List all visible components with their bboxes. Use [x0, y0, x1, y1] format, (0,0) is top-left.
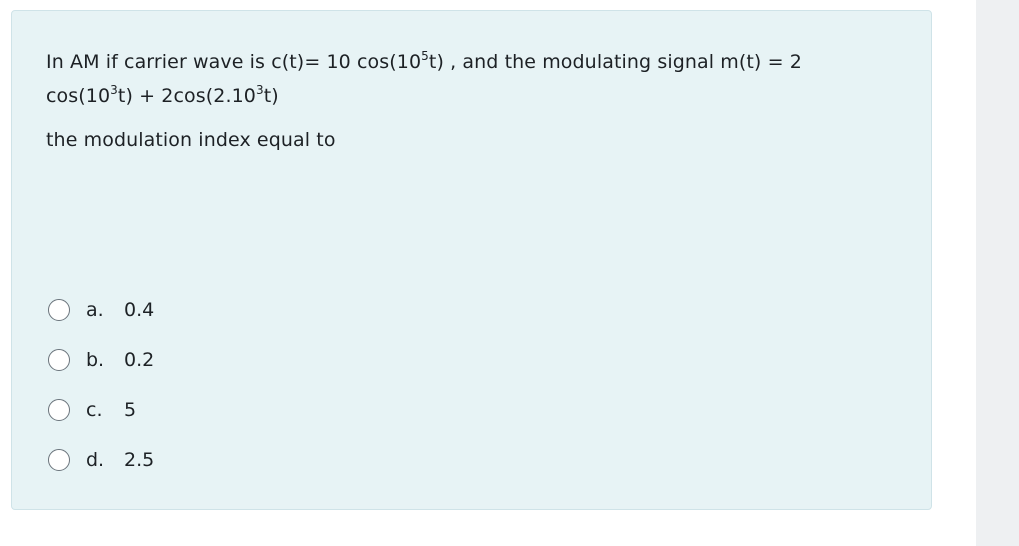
quiz-page: In AM if carrier wave is c(t)= 10 cos(10… — [0, 0, 1019, 546]
question-card: In AM if carrier wave is c(t)= 10 cos(10… — [11, 10, 932, 510]
answer-value-a[interactable]: 0.4 — [124, 299, 154, 321]
answer-letter-b: b. — [86, 349, 105, 371]
question-line2-end: t) — [263, 85, 279, 107]
exponent-signal-1: 3 — [110, 82, 118, 97]
answer-option-c[interactable]: c. 5 — [48, 385, 154, 435]
answer-option-d[interactable]: d. 2.5 — [48, 435, 154, 485]
answer-letter-a: a. — [86, 299, 104, 321]
answer-value-c[interactable]: 5 — [124, 399, 136, 421]
radio-button-a[interactable] — [48, 299, 70, 321]
answer-letter-c: c. — [86, 399, 103, 421]
exponent-carrier: 5 — [421, 48, 429, 63]
radio-button-c[interactable] — [48, 399, 70, 421]
question-line1-end: t) , and the modulating signal m(t) = 2 — [428, 51, 802, 73]
question-line2-mid: t) + 2cos(2.10 — [117, 85, 256, 107]
question-line1-start: In AM if carrier wave is c(t)= 10 cos(10 — [46, 51, 422, 73]
question-prompt: the modulation index equal to — [46, 129, 336, 151]
question-text: In AM if carrier wave is c(t)= 10 cos(10… — [46, 45, 906, 157]
radio-button-b[interactable] — [48, 349, 70, 371]
radio-button-d[interactable] — [48, 449, 70, 471]
answer-list: a. 0.4 b. 0.2 c. 5 d. 2.5 — [48, 285, 154, 485]
right-side-panel — [976, 0, 1019, 546]
answer-value-d[interactable]: 2.5 — [124, 449, 154, 471]
question-line2-start: cos(10 — [46, 85, 111, 107]
exponent-signal-2: 3 — [255, 82, 264, 97]
answer-value-b[interactable]: 0.2 — [124, 349, 154, 371]
answer-letter-d: d. — [86, 449, 105, 471]
answer-option-b[interactable]: b. 0.2 — [48, 335, 154, 385]
question-formula: In AM if carrier wave is c(t)= 10 cos(10… — [46, 45, 906, 113]
answer-option-a[interactable]: a. 0.4 — [48, 285, 154, 335]
